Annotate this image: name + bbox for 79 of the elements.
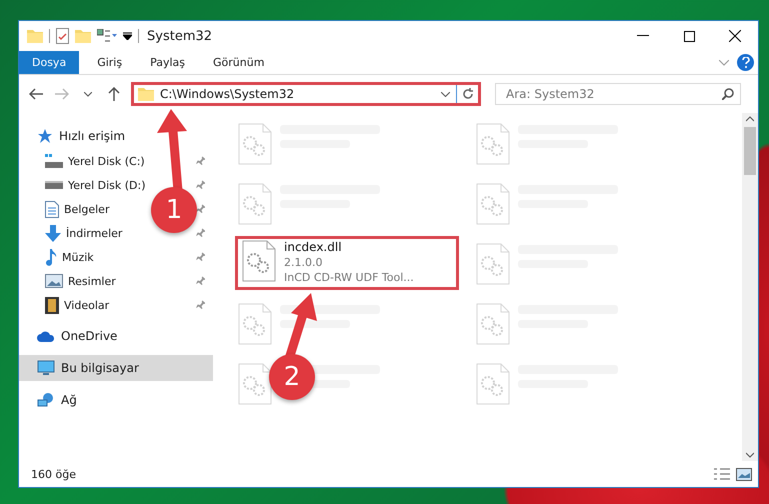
picture-icon [736,468,752,480]
ribbon-tab[interactable]: Paylaş [136,51,199,74]
ribbon-tab[interactable]: Giriş [83,51,136,74]
refresh-icon [462,88,474,100]
sidebar-item[interactable]: Yerel Disk (D:) [45,173,146,197]
gear-file-icon [476,123,510,165]
question-mark-icon [742,57,750,68]
back-arrow-icon [29,88,43,100]
new-folder-icon [75,29,91,43]
pin-icon [195,204,205,214]
scrollbar[interactable] [742,113,758,461]
search-icon [722,88,734,100]
help-button[interactable] [737,54,754,71]
blurred-text-bar [280,320,350,328]
sidebar-item[interactable]: Yerel Disk (C:) [45,149,145,173]
folder-icon [27,29,43,43]
sidebar-item[interactable]: OneDrive [19,323,213,349]
document-icon [45,200,59,218]
close-icon [729,30,741,42]
scrollbar-thumb[interactable] [744,127,756,175]
gear-file-icon [242,240,276,282]
caret-icon [84,92,92,96]
sidebar-item[interactable]: İndirmeler [45,221,122,245]
sidebar-item[interactable]: Belgeler [45,197,110,221]
gear-file-icon [238,183,272,225]
pin-icon [195,156,205,166]
expand-ribbon-chevron-icon[interactable] [719,60,729,66]
sidebar-item[interactable]: Hızlı erişim [19,123,213,149]
music-note-icon [45,248,57,266]
pin-icon [195,276,205,286]
details-view-button[interactable] [714,468,730,480]
file-detail: 2.1.0.0 [284,256,324,269]
gear-file-icon [238,363,272,405]
file-item[interactable]: incdex.dll 2.1.0.0 InCD CD-RW UDF Tool... [238,239,456,287]
forward-arrow-icon [55,88,69,100]
customize-caret-icon [123,32,132,40]
network-globe-icon [37,392,55,408]
large-icons-view-button[interactable] [736,468,752,480]
maximize-icon [684,30,694,42]
properties-checkmark-icon [56,28,69,44]
step-number-badge: 1 [151,187,197,233]
pin-icon [195,180,205,190]
file-name: incdex.dll [284,240,343,254]
film-icon [45,296,59,314]
gear-file-icon [238,303,272,345]
pin-icon [195,252,205,262]
minimize-icon [637,35,649,37]
sidebar-item[interactable]: Resimler [45,269,116,293]
file-detail: InCD CD-RW UDF Tool... [284,271,414,284]
address-bar[interactable]: C:\Windows\System32 [131,82,481,106]
dropdown-caret-icon[interactable] [441,92,450,96]
sidebar-item[interactable]: Ağ [19,387,213,413]
drive-icon [45,181,63,189]
item-count: 160 öğe [31,468,77,480]
sidebar-item[interactable]: Bu bilgisayar [19,355,213,381]
picture-icon [45,274,63,288]
star-icon [37,128,53,144]
pin-icon [195,300,205,310]
step-number-badge: 2 [269,354,315,400]
drive-icon [45,154,63,168]
gear-file-icon [476,183,510,225]
down-arrow-icon [45,224,61,242]
window-title: System32 [147,28,212,44]
pin-icon [195,228,205,238]
onedrive-cloud-icon [37,330,55,342]
list-icon [714,468,730,480]
gear-file-icon [476,243,510,285]
gear-file-icon [238,123,272,165]
sidebar-item[interactable]: Müzik [45,245,94,269]
monitor-icon [37,360,55,376]
list-dropdown-icon [97,29,117,43]
folder-icon [138,87,154,101]
ribbon-tab[interactable]: Görünüm [199,51,278,74]
search-field[interactable]: Ara: System32 [495,83,741,105]
gear-file-icon [476,363,510,405]
sidebar-item[interactable]: Videolar [45,293,110,317]
gear-file-icon [476,303,510,345]
ribbon-tab[interactable]: Dosya [19,51,80,74]
up-arrow-icon [108,87,120,101]
